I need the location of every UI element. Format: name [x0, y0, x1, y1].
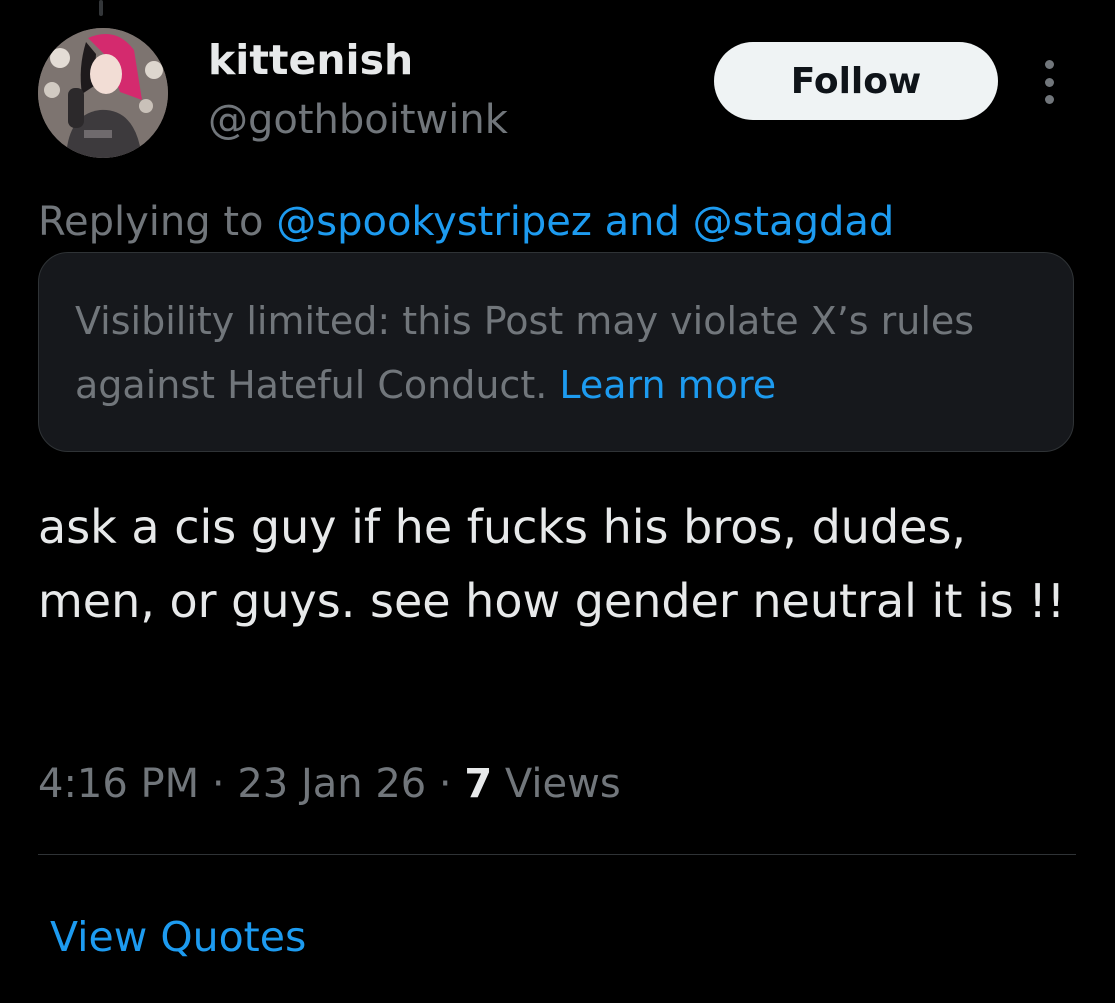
- profile-avatar-icon: [38, 28, 168, 158]
- follow-button[interactable]: Follow: [714, 42, 998, 120]
- visibility-notice: Visibility limited: this Post may violat…: [38, 252, 1074, 452]
- views-label: Views: [492, 761, 621, 807]
- more-dot: [1044, 60, 1054, 69]
- divider: [38, 854, 1076, 855]
- reply-context-prefix: Replying to: [38, 199, 277, 245]
- reply-context-joiner: and: [591, 199, 693, 245]
- mention-link-spookystripez[interactable]: @spookystripez: [276, 199, 592, 245]
- mention-link-stagdad[interactable]: @stagdad: [693, 199, 895, 245]
- post-body: ask a cis guy if he fucks his bros, dude…: [38, 500, 1066, 628]
- reply-context: Replying to @spookystripez and @stagdad: [38, 192, 894, 252]
- views-count: 7: [464, 761, 493, 807]
- thread-connector-line: [99, 0, 103, 16]
- meta-separator: ·: [426, 761, 465, 807]
- view-quotes-link[interactable]: View Quotes: [50, 905, 306, 969]
- avatar[interactable]: [38, 28, 168, 158]
- learn-more-link[interactable]: Learn more: [559, 363, 776, 407]
- post-meta: 4:16 PM · 23 Jan 26 · 7 Views: [38, 752, 621, 816]
- post-time[interactable]: 4:16 PM: [38, 761, 199, 807]
- more-dot: [1044, 77, 1054, 87]
- more-dot: [1044, 95, 1054, 104]
- author-display-name[interactable]: kittenish: [208, 32, 413, 88]
- post-date[interactable]: 23 Jan 26: [237, 761, 426, 807]
- meta-separator: ·: [199, 761, 238, 807]
- author-handle[interactable]: @gothboitwink: [208, 92, 508, 148]
- more-vertical-icon[interactable]: [1036, 60, 1062, 104]
- visibility-notice-text: Visibility limited: this Post may violat…: [75, 299, 975, 407]
